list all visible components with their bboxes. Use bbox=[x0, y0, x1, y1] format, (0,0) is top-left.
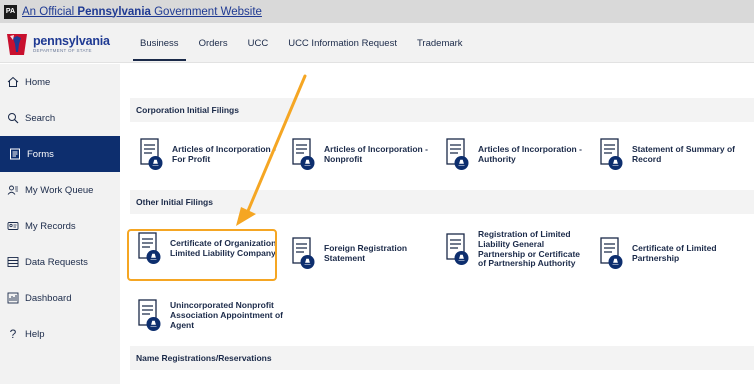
form-document-icon bbox=[600, 138, 624, 172]
form-card-label: Registration of Limited Liability Genera… bbox=[478, 229, 581, 269]
sidebar-item-label: Help bbox=[25, 328, 45, 340]
forms-icon bbox=[8, 147, 22, 161]
form-card-foreign-registration-statement[interactable]: Foreign Registration Statement bbox=[292, 237, 432, 271]
tab-business[interactable]: Business bbox=[130, 23, 189, 63]
form-card-articles-authority[interactable]: Articles of Incorporation - Authority bbox=[446, 138, 586, 172]
sidebar-item-label: Data Requests bbox=[25, 256, 88, 268]
work-queue-icon bbox=[6, 183, 20, 197]
form-card-label: Foreign Registration Statement bbox=[324, 243, 408, 263]
home-icon bbox=[6, 75, 20, 89]
form-card-registration-llgp[interactable]: Registration of Limited Liability Genera… bbox=[446, 229, 586, 269]
form-document-icon bbox=[446, 138, 470, 172]
form-card-label: Unincorporated Nonprofit Association App… bbox=[170, 300, 284, 330]
sidebar: Home Search Forms My Work Queue My Recor… bbox=[0, 64, 120, 384]
form-card-articles-nonprofit[interactable]: Articles of Incorporation - Nonprofit bbox=[292, 138, 432, 172]
form-card-label: Articles of Incorporation - Nonprofit bbox=[324, 144, 428, 164]
official-banner: PA An Official Pennsylvania Government W… bbox=[0, 0, 754, 23]
sidebar-item-dashboard[interactable]: Dashboard bbox=[0, 280, 120, 316]
sidebar-item-help[interactable]: ? Help bbox=[0, 316, 120, 352]
tab-ucc[interactable]: UCC bbox=[238, 23, 279, 63]
main-tabs: Business Orders UCC UCC Information Requ… bbox=[130, 23, 473, 63]
pa-badge: PA bbox=[4, 4, 17, 19]
form-card-label: Certificate of Limited Partnership bbox=[632, 243, 717, 263]
sidebar-item-forms[interactable]: Forms bbox=[0, 136, 120, 172]
form-card-statement-summary-record[interactable]: Statement of Summary of Record bbox=[600, 138, 748, 172]
sidebar-item-my-work-queue[interactable]: My Work Queue bbox=[0, 172, 120, 208]
records-icon bbox=[6, 219, 20, 233]
tab-orders[interactable]: Orders bbox=[189, 23, 238, 63]
section-corporation-initial-filings: Corporation Initial Filings bbox=[130, 98, 754, 122]
main-content: Corporation Initial Filings Articles of … bbox=[120, 64, 754, 384]
section-name-registrations: Name Registrations/Reservations bbox=[130, 346, 754, 370]
help-icon: ? bbox=[9, 327, 17, 341]
header: pennsylvania DEPARTMENT OF STATE Busines… bbox=[0, 23, 754, 63]
dashboard-icon bbox=[6, 291, 20, 305]
form-card-unincorporated-nonprofit-agent[interactable]: Unincorporated Nonprofit Association App… bbox=[138, 299, 298, 333]
sidebar-item-label: Forms bbox=[27, 148, 54, 160]
logo-name: pennsylvania bbox=[33, 34, 110, 48]
tab-trademark[interactable]: Trademark bbox=[407, 23, 473, 63]
sidebar-item-label: Dashboard bbox=[25, 292, 72, 304]
sidebar-item-label: Home bbox=[25, 76, 51, 88]
form-document-icon bbox=[600, 237, 624, 271]
sidebar-item-home[interactable]: Home bbox=[0, 64, 120, 100]
form-document-icon bbox=[292, 138, 316, 172]
search-icon bbox=[6, 111, 20, 125]
form-document-icon bbox=[140, 138, 164, 172]
sidebar-item-label: My Records bbox=[25, 220, 76, 232]
pa-dos-logo[interactable]: pennsylvania DEPARTMENT OF STATE bbox=[4, 29, 120, 59]
form-card-certificate-limited-partnership[interactable]: Certificate of Limited Partnership bbox=[600, 237, 748, 271]
sidebar-item-label: My Work Queue bbox=[25, 184, 94, 196]
sidebar-item-label: Search bbox=[25, 112, 56, 124]
section-other-initial-filings: Other Initial Filings bbox=[130, 190, 754, 214]
form-card-label: Articles of Incorporation - Authority bbox=[478, 144, 582, 164]
sidebar-item-my-records[interactable]: My Records bbox=[0, 208, 120, 244]
form-document-icon bbox=[292, 237, 316, 271]
form-card-label: Statement of Summary of Record bbox=[632, 144, 735, 164]
keystone-icon bbox=[4, 31, 30, 57]
data-requests-icon bbox=[6, 255, 20, 269]
sidebar-item-search[interactable]: Search bbox=[0, 100, 120, 136]
tab-ucc-information-request[interactable]: UCC Information Request bbox=[278, 23, 407, 63]
logo-subtitle: DEPARTMENT OF STATE bbox=[33, 47, 92, 53]
form-document-icon bbox=[138, 299, 162, 333]
form-card-label: Articles of Incorporation - For Profit bbox=[172, 144, 276, 164]
official-website-link[interactable]: An Official Pennsylvania Government Webs… bbox=[22, 6, 262, 18]
form-card-articles-for-profit[interactable]: Articles of Incorporation - For Profit bbox=[140, 138, 280, 172]
highlight-box bbox=[127, 229, 277, 281]
sidebar-item-data-requests[interactable]: Data Requests bbox=[0, 244, 120, 280]
form-document-icon bbox=[446, 232, 470, 267]
